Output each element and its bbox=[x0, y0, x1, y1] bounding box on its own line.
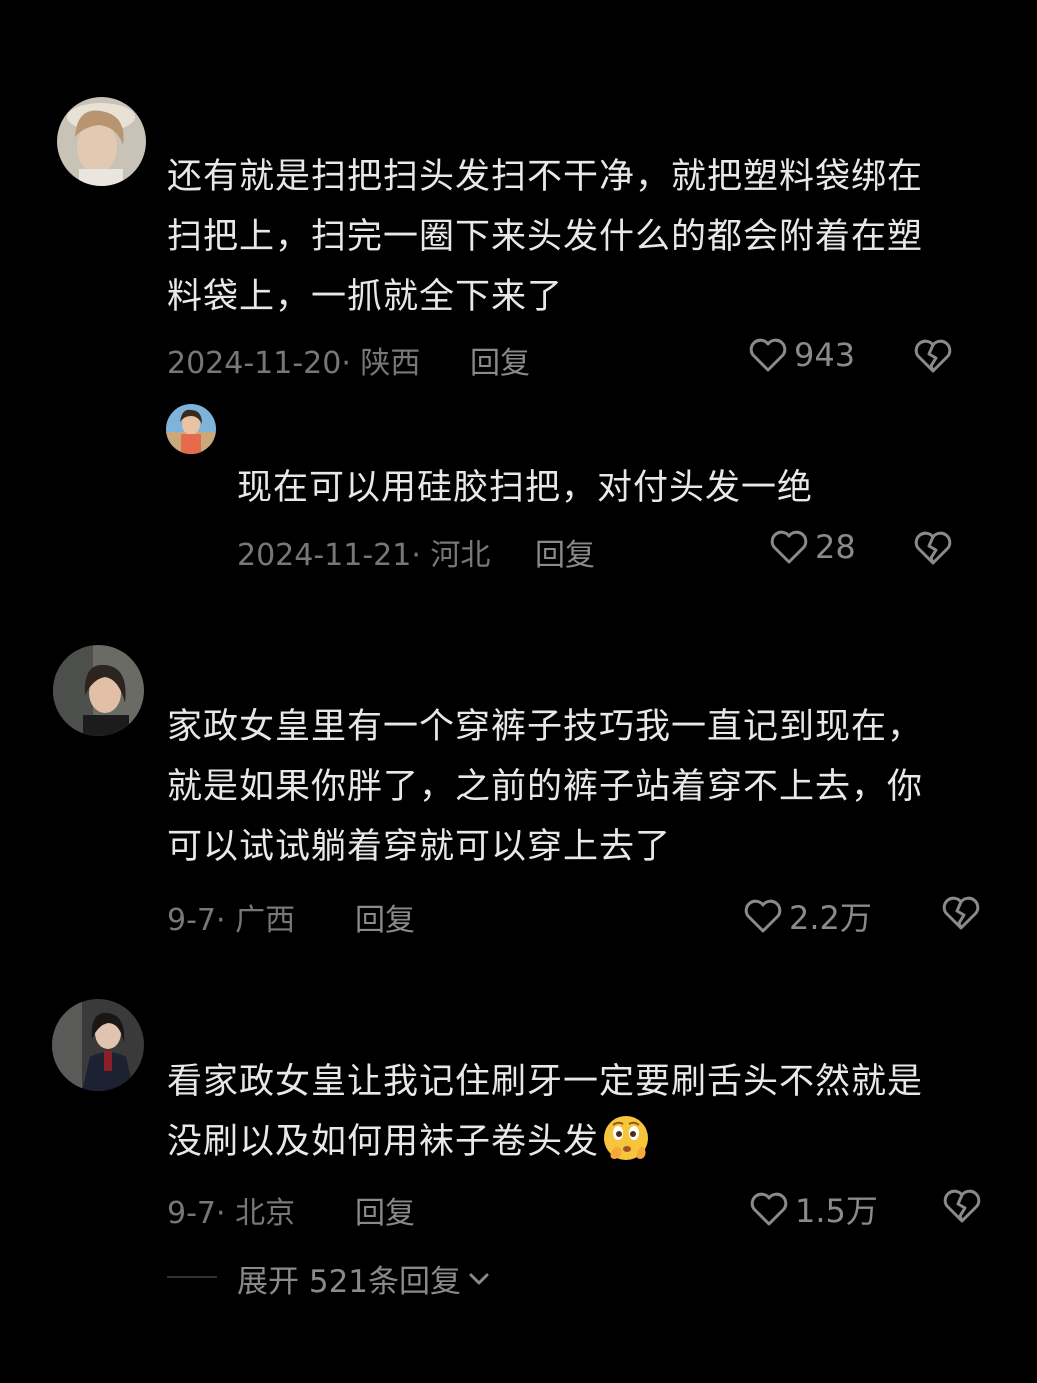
heart-outline-icon bbox=[770, 530, 808, 564]
dislike-button[interactable] bbox=[913, 530, 953, 566]
comment-meta: 2024-11-20· 陕西 bbox=[167, 346, 421, 381]
broken-heart-icon bbox=[943, 1189, 981, 1223]
broken-heart-icon bbox=[914, 531, 952, 565]
like-count: 28 bbox=[815, 528, 856, 566]
dislike-button[interactable] bbox=[913, 338, 953, 374]
reply-meta: 2024-11-21· 河北 bbox=[237, 538, 491, 573]
like-count: 943 bbox=[794, 336, 856, 374]
avatar[interactable] bbox=[166, 404, 216, 454]
heart-outline-icon bbox=[744, 899, 782, 933]
like-count: 2.2万 bbox=[789, 899, 872, 937]
expand-replies-button[interactable]: 展开 521条回复 bbox=[237, 1256, 489, 1301]
like-button[interactable]: 28 bbox=[769, 528, 856, 566]
expand-divider bbox=[167, 1276, 217, 1278]
reply-button[interactable]: 回复 bbox=[355, 895, 415, 939]
like-button[interactable]: 943 bbox=[748, 336, 855, 374]
avatar[interactable] bbox=[57, 97, 146, 186]
reply-button[interactable]: 回复 bbox=[470, 338, 530, 382]
reply-text: 现在可以用硅胶扫把，对付头发一绝 bbox=[237, 468, 814, 508]
like-button[interactable]: 2.2万 bbox=[743, 893, 872, 939]
heart-outline-icon bbox=[750, 1192, 788, 1226]
like-button[interactable]: 1.5万 bbox=[749, 1186, 878, 1232]
reply-button[interactable]: 回复 bbox=[355, 1188, 415, 1232]
broken-heart-icon bbox=[942, 896, 980, 930]
dislike-button[interactable] bbox=[941, 895, 981, 931]
comment-text: 看家政女皇让我记住刷牙一定要刷舌头不然就是 没刷以及如何用袜子卷头发 bbox=[167, 1052, 1017, 1172]
avatar[interactable] bbox=[52, 999, 144, 1091]
comment-text: 还有就是扫把扫头发扫不干净，就把塑料袋绑在 扫把上，扫完一圈下来头发什么的都会附… bbox=[167, 157, 924, 317]
comment-meta: 9-7· 广西 bbox=[167, 903, 296, 938]
expand-replies-label: 展开 521条回复 bbox=[237, 1264, 462, 1300]
like-count: 1.5万 bbox=[795, 1192, 878, 1230]
shushing-face-emoji bbox=[601, 1113, 651, 1163]
chevron-down-icon bbox=[469, 1273, 489, 1284]
avatar[interactable] bbox=[53, 645, 144, 736]
comment-text: 家政女皇里有一个穿裤子技巧我一直记到现在， 就是如果你胖了，之前的裤子站着穿不上… bbox=[167, 707, 924, 867]
dislike-button[interactable] bbox=[942, 1188, 982, 1224]
heart-outline-icon bbox=[749, 338, 787, 372]
broken-heart-icon bbox=[914, 339, 952, 373]
comment-text-content: 看家政女皇让我记住刷牙一定要刷舌头不然就是 没刷以及如何用袜子卷头发 bbox=[167, 1062, 924, 1162]
reply-button[interactable]: 回复 bbox=[535, 530, 595, 574]
comment-meta: 9-7· 北京 bbox=[167, 1196, 296, 1231]
